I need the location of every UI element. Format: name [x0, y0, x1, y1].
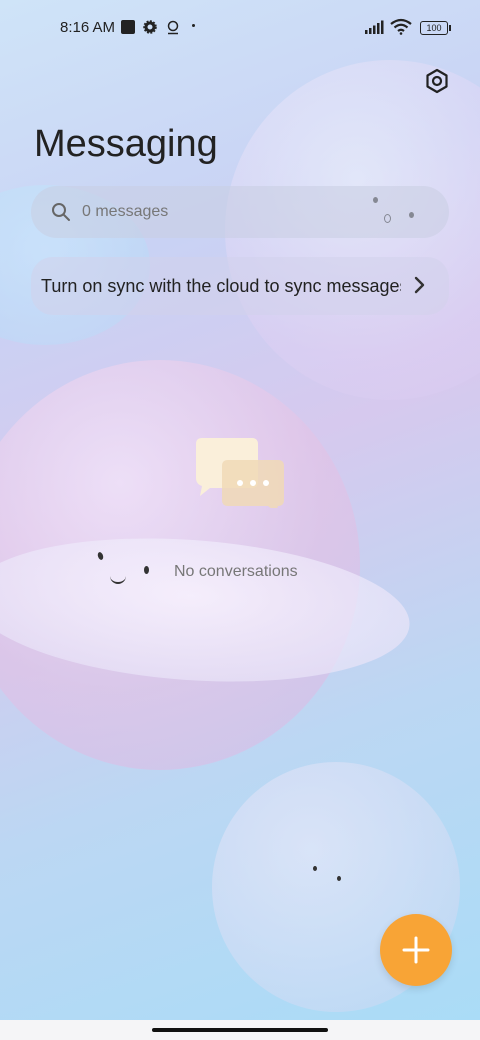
face-eye-decoration [144, 566, 149, 574]
search-placeholder: 0 messages [82, 203, 169, 220]
chat-bubbles-icon [196, 438, 284, 508]
empty-state-text: No conversations [174, 563, 298, 580]
home-indicator[interactable] [152, 1028, 328, 1032]
new-message-button[interactable] [380, 914, 452, 986]
navigation-bar [0, 1020, 480, 1040]
plus-icon [402, 936, 430, 964]
settings-button[interactable] [422, 66, 452, 96]
chevron-right-icon [414, 276, 425, 294]
square-icon [121, 20, 135, 34]
gear-icon [143, 20, 157, 34]
search-icon [52, 203, 70, 221]
status-time: 8:16 AM [60, 19, 116, 36]
dot-icon [192, 24, 195, 27]
face-eye-decoration [337, 876, 341, 881]
location-icon [167, 20, 179, 35]
sync-banner-text: Turn on sync with the cloud to sync mess… [41, 276, 401, 296]
settings-hexagon-icon [426, 68, 448, 94]
search-bar[interactable]: 0 messages [31, 186, 449, 238]
sync-banner[interactable]: Turn on sync with the cloud to sync mess… [31, 257, 449, 315]
battery-icon: 100 [420, 21, 451, 35]
signal-icon [365, 20, 384, 34]
wifi-icon [390, 18, 412, 35]
face-eye-decoration [313, 866, 317, 871]
status-bar: 8:16 AM 100 [0, 0, 480, 56]
page-title: Messaging [34, 123, 218, 165]
